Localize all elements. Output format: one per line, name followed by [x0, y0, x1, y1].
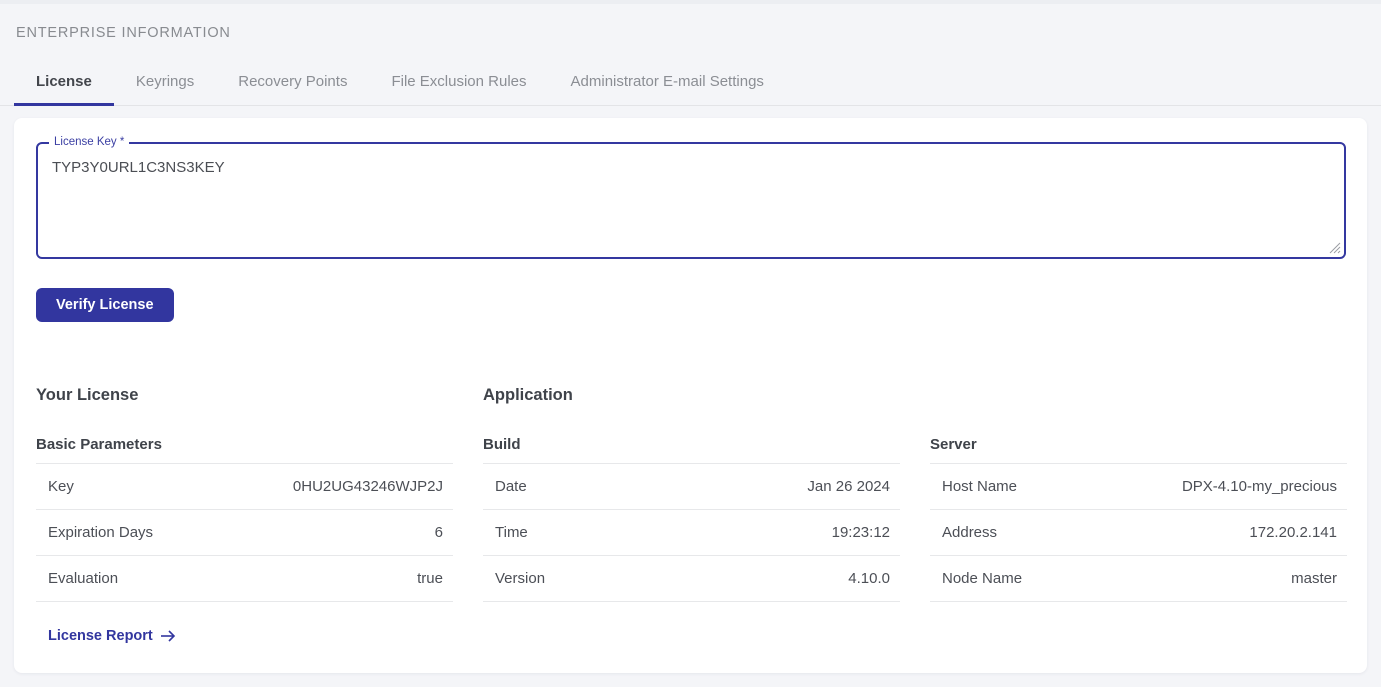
- your-license-heading: Your License: [36, 386, 453, 406]
- row-value: 6: [435, 524, 453, 541]
- settings-tabbar: License Keyrings Recovery Points File Ex…: [0, 61, 1381, 106]
- row-label: Evaluation: [36, 570, 118, 587]
- table-row-version: Version 4.10.0: [483, 556, 900, 602]
- server-heading-spacer: [930, 386, 1347, 406]
- row-value: 4.10.0: [848, 570, 900, 587]
- table-row-time: Time 19:23:12: [483, 510, 900, 556]
- license-key-field: License Key *: [36, 142, 1346, 259]
- tab-recovery-points[interactable]: Recovery Points: [216, 61, 369, 106]
- row-label: Host Name: [930, 478, 1017, 495]
- build-title: Build: [483, 436, 900, 464]
- table-row-node-name: Node Name master: [930, 556, 1347, 602]
- row-value: 0HU2UG43246WJP2J: [293, 478, 453, 495]
- tab-keyrings[interactable]: Keyrings: [114, 61, 216, 106]
- tab-file-exclusion-rules[interactable]: File Exclusion Rules: [369, 61, 548, 106]
- row-label: Node Name: [930, 570, 1022, 587]
- license-key-label: License Key *: [49, 136, 129, 149]
- your-license-column: Your License Basic Parameters Key 0HU2UG…: [36, 386, 453, 645]
- server-title: Server: [930, 436, 1347, 464]
- table-row-date: Date Jan 26 2024: [483, 464, 900, 510]
- license-info-grid: Your License Basic Parameters Key 0HU2UG…: [36, 386, 1346, 645]
- tab-license[interactable]: License: [14, 61, 114, 106]
- license-report-label: License Report: [48, 628, 153, 644]
- row-label: Version: [483, 570, 545, 587]
- row-value: 172.20.2.141: [1249, 524, 1347, 541]
- verify-license-button[interactable]: Verify License: [36, 288, 174, 322]
- row-value: DPX-4.10-my_precious: [1182, 478, 1347, 495]
- table-row-evaluation: Evaluation true: [36, 556, 453, 602]
- row-label: Address: [930, 524, 997, 541]
- row-value: master: [1291, 570, 1347, 587]
- row-value: 19:23:12: [832, 524, 900, 541]
- application-build-column: Application Build Date Jan 26 2024 Time …: [483, 386, 900, 645]
- row-label: Time: [483, 524, 528, 541]
- table-row-host-name: Host Name DPX-4.10-my_precious: [930, 464, 1347, 510]
- basic-parameters-title: Basic Parameters: [36, 436, 453, 464]
- table-row-address: Address 172.20.2.141: [930, 510, 1347, 556]
- row-label: Expiration Days: [36, 524, 153, 541]
- license-key-input[interactable]: [38, 144, 1344, 257]
- table-row-key: Key 0HU2UG43246WJP2J: [36, 464, 453, 510]
- arrow-right-icon: [160, 630, 176, 642]
- application-heading: Application: [483, 386, 900, 406]
- resize-handle-icon[interactable]: [1327, 240, 1341, 254]
- page-title: ENTERPRISE INFORMATION: [16, 25, 1381, 41]
- license-report-link[interactable]: License Report: [48, 628, 176, 644]
- row-label: Date: [483, 478, 527, 495]
- tab-administrator-email-settings[interactable]: Administrator E-mail Settings: [549, 61, 786, 106]
- license-panel: License Key * Verify License Your Licens…: [14, 118, 1367, 673]
- application-server-column: Server Host Name DPX-4.10-my_precious Ad…: [930, 386, 1347, 645]
- row-label: Key: [36, 478, 74, 495]
- enterprise-information-page: ENTERPRISE INFORMATION License Keyrings …: [0, 0, 1381, 687]
- table-row-expiration-days: Expiration Days 6: [36, 510, 453, 556]
- row-value: Jan 26 2024: [807, 478, 900, 495]
- row-value: true: [417, 570, 453, 587]
